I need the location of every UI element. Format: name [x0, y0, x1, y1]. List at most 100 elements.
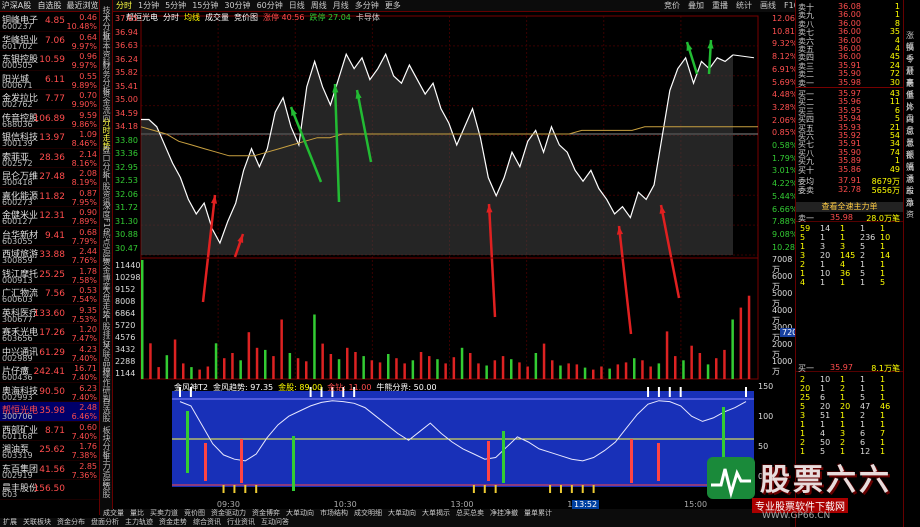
time-cursor-badge: 13:52	[572, 500, 600, 509]
stock-row[interactable]: 湘油泵 603319 25.62 1.76 7.38%	[0, 441, 99, 461]
trade-cell: 1	[860, 260, 866, 269]
panel-title[interactable]: 查看全速主力单	[796, 202, 903, 212]
volume-bar	[551, 360, 554, 379]
tab-market[interactable]: 沪深A股	[0, 0, 33, 11]
stock-row[interactable]: 嘉化能源 600273 11.82 0.87 7.95%	[0, 188, 99, 207]
period-tab[interactable]: 1分钟	[135, 0, 162, 11]
bottom-tab[interactable]: 买卖力道	[147, 509, 181, 518]
stock-row[interactable]: 晨丰股份 603 156.50	[0, 480, 99, 500]
period-tab[interactable]: 周线	[308, 0, 330, 11]
stock-row[interactable]: 铜峰电子 600237 4.85 0.46 10.48%	[0, 12, 99, 32]
stock-row[interactable]: 索菲亚 002572 28.36 2.14 8.16%	[0, 149, 99, 168]
vertical-tab[interactable]: 自选股	[101, 398, 112, 422]
bottom-tab[interactable]: 量比	[127, 509, 147, 518]
stock-row[interactable]: 阳光城 000671 6.11 0.55 9.89%	[0, 71, 99, 90]
stock-row[interactable]: 西域旅游 300859 33.88 2.44 7.76%	[0, 246, 99, 266]
stock-row[interactable]: 片仔癀 600436 242.41 16.71 7.40%	[0, 363, 99, 383]
stock-row[interactable]: 英科医疗 300677 133.60 9.35 7.53%	[0, 305, 99, 324]
chart-tool-button[interactable]: 叠加	[684, 0, 708, 12]
trade-cell: 6	[860, 429, 866, 438]
period-tab[interactable]: 30分钟	[221, 0, 253, 11]
bottom-tab[interactable]: 大单揭示	[419, 509, 453, 518]
stock-percent: 8.16%	[71, 158, 97, 168]
stock-percent: 9.90%	[71, 100, 97, 109]
indicator-top-bar	[647, 387, 650, 397]
status-item[interactable]: 互动问答	[258, 518, 292, 527]
chart-tool-button[interactable]: 重播	[708, 0, 732, 12]
stock-row[interactable]: 钱江摩托 000913 25.25 1.78 7.58%	[0, 266, 99, 285]
stock-row[interactable]: 东百集团 002919 41.56 2.85 7.36%	[0, 461, 99, 480]
status-item[interactable]: 盘面分析	[88, 518, 122, 527]
volume-bar	[723, 349, 726, 379]
trade-cell: 1	[860, 384, 866, 393]
period-tab[interactable]: 多分钟	[352, 0, 382, 11]
period-tab[interactable]: 5分钟	[162, 0, 189, 11]
chart-tool-button[interactable]: 统计	[732, 0, 756, 12]
bottom-tab[interactable]: 成交量	[100, 509, 127, 518]
vertical-tab[interactable]: 选股	[101, 482, 112, 498]
status-item[interactable]: 主力轨迹	[122, 518, 156, 527]
price-tick: 30.47	[115, 243, 138, 253]
stock-row[interactable]: 帮恒光电 300706 35.98 2.48 6.46%	[0, 402, 99, 422]
stock-row[interactable]: 昆仑万维 300418 27.48 2.08 8.19%	[0, 168, 99, 188]
stock-code: 688036	[2, 119, 33, 129]
stock-code: 300706	[2, 412, 33, 421]
stock-row[interactable]: 广汇物流 600603 7.56 0.53 7.54%	[0, 285, 99, 305]
tab-recent[interactable]: 最近浏览	[66, 0, 99, 11]
volume-bar	[690, 345, 693, 379]
stock-row[interactable]: 银信科技 300139 13.97 1.09 8.46%	[0, 129, 99, 149]
bottom-tab[interactable]: 市场结构	[317, 509, 351, 518]
period-tab[interactable]: 15分钟	[189, 0, 221, 11]
indicator-bottom-bar	[570, 485, 573, 493]
bottom-tab[interactable]: 净挂净撤	[487, 509, 521, 518]
period-tab[interactable]: 月线	[330, 0, 352, 11]
stock-row[interactable]: 东银控股 000505 10.59 0.96 9.97%	[0, 51, 99, 71]
status-item[interactable]: 综合资讯	[190, 518, 224, 527]
stock-price: 35.98	[39, 406, 65, 416]
indicator-bottom-bar	[592, 485, 595, 493]
stock-row[interactable]: 金健米业 600127 12.31 0.90 7.89%	[0, 207, 99, 227]
period-tab[interactable]: 更多	[382, 0, 404, 11]
chart-tool-button[interactable]: 竞价	[660, 0, 684, 12]
bottom-tab[interactable]: 量单累计	[521, 509, 555, 518]
stock-price: 7.06	[44, 35, 65, 46]
status-item[interactable]: 扩展	[0, 518, 20, 527]
stock-row[interactable]: 金发拉比 002762 7.77 0.70 9.90%	[0, 90, 99, 110]
price-tick: 34.59	[115, 108, 138, 118]
vertical-tab[interactable]: 深度F10	[101, 202, 112, 233]
status-item[interactable]: 资金分布	[54, 518, 88, 527]
trade-cell: 5	[800, 233, 806, 242]
status-item[interactable]: 关联板块	[20, 518, 54, 527]
period-tab[interactable]: 60分钟	[254, 0, 286, 11]
period-tab[interactable]: 分时	[113, 0, 135, 11]
sell-level: 卖一 35.98 30	[796, 78, 903, 88]
bottom-tab[interactable]: 资金博弈	[249, 509, 283, 518]
stock-row[interactable]: 华峰铝业 601702 7.06 0.64 9.97%	[0, 32, 99, 51]
chart-tool-button[interactable]: 画线	[756, 0, 780, 12]
stock-row[interactable]: 奥海科技 002993 90.50 6.23 7.40%	[0, 383, 99, 402]
bottom-tab[interactable]: 大单动向	[283, 509, 317, 518]
indicator-chart[interactable]	[172, 381, 754, 501]
intraday-chart[interactable]: 1144010298915280086864572045763432228811…	[113, 12, 773, 382]
stock-row[interactable]: 台华新材 603055 9.41 0.68 7.79%	[0, 227, 99, 246]
stock-row[interactable]: 中兴通讯 002989 61.29 4.23 7.40%	[0, 344, 99, 363]
stock-change: 0.64	[79, 32, 97, 42]
period-tab[interactable]: 日线	[286, 0, 308, 11]
stock-row[interactable]: 传音控股 688036 106.89 9.59 9.86%	[0, 110, 99, 129]
status-item[interactable]: 资金走势	[156, 518, 190, 527]
bottom-tab[interactable]: 总买总卖	[453, 509, 487, 518]
volume-bar	[378, 362, 382, 379]
status-item[interactable]: 行业资讯	[224, 518, 258, 527]
stock-row[interactable]: 赛禾光电 603656 17.26 1.20 7.47%	[0, 324, 99, 344]
volume-bar	[403, 363, 406, 379]
bottom-tab[interactable]: 成交明细	[351, 509, 385, 518]
tab-selected[interactable]: 自选股	[33, 0, 66, 11]
stock-row[interactable]: 西部矿业 601168 8.71 0.60 7.40%	[0, 422, 99, 441]
stock-percent: 8.19%	[71, 178, 97, 187]
bottom-tab[interactable]: 大单动向	[385, 509, 419, 518]
trade-cell: 2	[860, 251, 866, 260]
bottom-tab[interactable]: 竞价图	[181, 509, 208, 518]
stock-code: 000671	[2, 80, 33, 90]
bottom-tab[interactable]: 资金驱动力	[208, 509, 249, 518]
volume-bar	[337, 359, 341, 379]
